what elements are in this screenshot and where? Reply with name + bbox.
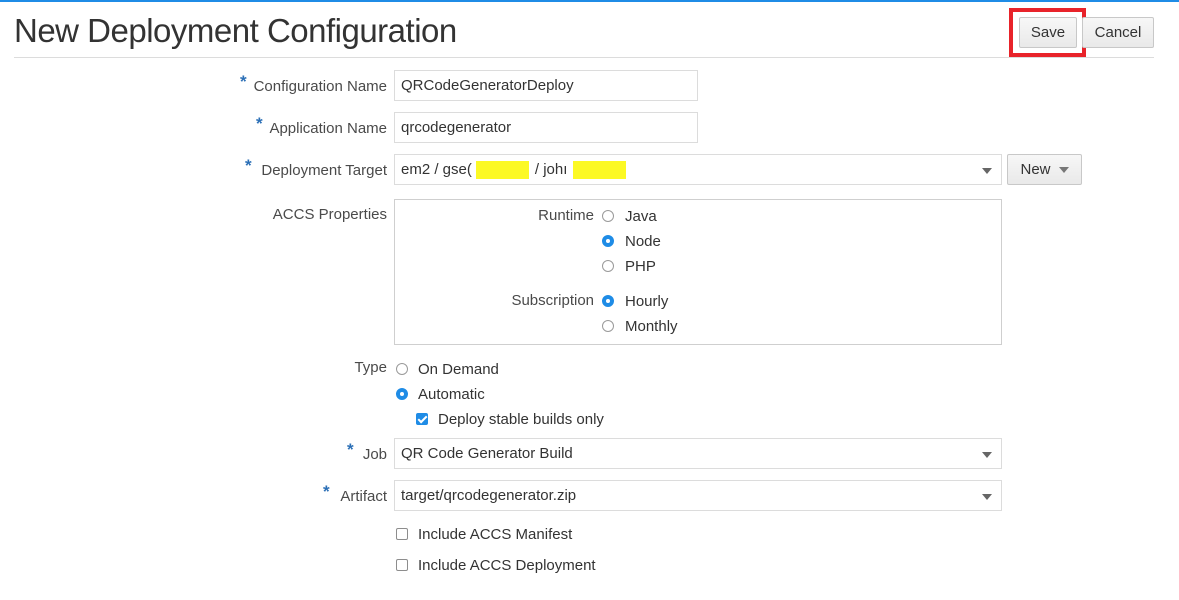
subscription-monthly-label: Monthly bbox=[625, 318, 678, 335]
runtime-java-label: Java bbox=[625, 208, 657, 225]
runtime-php-label: PHP bbox=[625, 258, 656, 275]
include-deployment-checkbox[interactable] bbox=[396, 559, 408, 571]
include-deployment-label: Include ACCS Deployment bbox=[418, 557, 596, 574]
deployment-target-value-2: / johı bbox=[534, 161, 568, 178]
runtime-php-radio[interactable] bbox=[602, 260, 614, 272]
deployment-target-select[interactable]: em2 / gse( / johı bbox=[394, 154, 1002, 185]
artifact-label: Artifact bbox=[340, 488, 387, 505]
deployment-target-label: Deployment Target bbox=[261, 162, 387, 179]
deploy-stable-checkbox[interactable] bbox=[416, 413, 428, 425]
required-indicator: * bbox=[245, 156, 252, 175]
new-target-button[interactable]: New bbox=[1007, 154, 1082, 185]
page-title: New Deployment Configuration bbox=[14, 12, 457, 49]
config-name-input[interactable]: QRCodeGeneratorDeploy bbox=[394, 70, 698, 101]
new-target-label: New bbox=[1020, 161, 1051, 178]
job-label: Job bbox=[362, 446, 387, 463]
config-name-label: Configuration Name bbox=[253, 78, 387, 95]
required-indicator: * bbox=[240, 72, 247, 91]
deployment-target-value-1: em2 / gse( bbox=[401, 161, 472, 178]
header-divider bbox=[14, 57, 1154, 58]
artifact-select[interactable]: target/qrcodegenerator.zip bbox=[394, 480, 1002, 511]
required-indicator: * bbox=[347, 440, 354, 459]
subscription-hourly-label: Hourly bbox=[625, 293, 669, 310]
chevron-down-icon bbox=[982, 452, 992, 458]
save-button-highlight bbox=[1009, 8, 1086, 57]
redaction-mark bbox=[573, 160, 627, 179]
subscription-monthly-radio[interactable] bbox=[602, 320, 614, 332]
accs-properties-label: ACCS Properties bbox=[272, 206, 387, 223]
include-manifest-label: Include ACCS Manifest bbox=[418, 526, 573, 543]
top-accent-bar bbox=[0, 0, 1179, 2]
chevron-down-icon bbox=[1058, 166, 1069, 173]
type-automatic-label: Automatic bbox=[418, 386, 485, 403]
accs-properties-panel bbox=[394, 199, 1002, 345]
runtime-node-radio[interactable] bbox=[602, 235, 614, 247]
app-name-label: Application Name bbox=[269, 120, 387, 137]
runtime-node-label: Node bbox=[625, 233, 661, 250]
job-select[interactable]: QR Code Generator Build bbox=[394, 438, 1002, 469]
required-indicator: * bbox=[256, 114, 263, 133]
job-value: QR Code Generator Build bbox=[401, 445, 573, 462]
type-automatic-radio[interactable] bbox=[396, 388, 408, 400]
type-on-demand-label: On Demand bbox=[418, 361, 499, 378]
type-on-demand-radio[interactable] bbox=[396, 363, 408, 375]
include-manifest-checkbox[interactable] bbox=[396, 528, 408, 540]
type-label: Type bbox=[354, 359, 387, 376]
subscription-label: Subscription bbox=[511, 292, 594, 309]
chevron-down-icon bbox=[982, 168, 992, 174]
chevron-down-icon bbox=[982, 494, 992, 500]
subscription-hourly-radio[interactable] bbox=[602, 295, 614, 307]
artifact-value: target/qrcodegenerator.zip bbox=[401, 487, 577, 504]
runtime-java-radio[interactable] bbox=[602, 210, 614, 222]
redaction-mark bbox=[475, 160, 529, 179]
app-name-input[interactable]: qrcodegenerator bbox=[394, 112, 698, 143]
cancel-button[interactable]: Cancel bbox=[1082, 17, 1154, 48]
required-indicator: * bbox=[323, 482, 330, 501]
runtime-label: Runtime bbox=[538, 207, 594, 224]
deploy-stable-label: Deploy stable builds only bbox=[438, 411, 604, 428]
